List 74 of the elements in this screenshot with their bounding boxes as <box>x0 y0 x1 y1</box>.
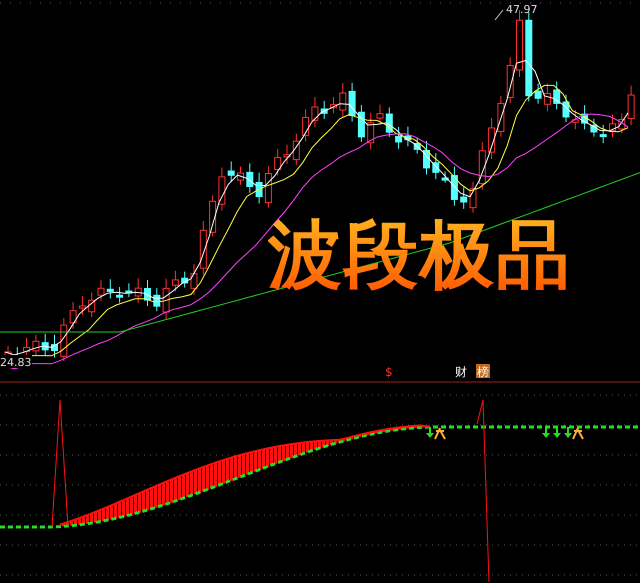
candlestick <box>339 82 346 118</box>
candlestick <box>562 94 570 123</box>
candlestick <box>395 126 402 150</box>
candlestick <box>460 186 468 210</box>
down-arrow-icon <box>553 427 561 438</box>
candlestick <box>376 104 384 125</box>
candlestick <box>581 104 588 130</box>
candlestick <box>32 334 40 356</box>
candlestick <box>470 181 476 214</box>
down-arrow-icon <box>564 427 572 438</box>
high-price-label: 47.97 <box>494 3 538 20</box>
candlestick <box>256 172 263 204</box>
candlestick <box>600 124 607 144</box>
candlestick <box>42 333 49 357</box>
low-price-label: 24.83 <box>0 356 32 369</box>
candlestick <box>553 80 560 110</box>
candlestick <box>618 112 626 134</box>
candlestick <box>488 118 496 160</box>
candlestick <box>78 296 86 316</box>
candlestick <box>367 112 374 150</box>
candlestick <box>292 133 300 166</box>
candlestick <box>442 171 449 184</box>
candlestick <box>358 104 365 142</box>
candlestick <box>116 286 124 304</box>
rank-marker: 榜 <box>476 364 490 379</box>
candlestick <box>98 280 104 302</box>
candlestick <box>172 270 179 292</box>
figure-icon <box>434 427 446 440</box>
figure-icon <box>572 427 584 440</box>
candlestick <box>209 194 216 237</box>
candlestick <box>181 271 188 288</box>
candlestick <box>386 106 393 138</box>
candlestick <box>478 142 486 190</box>
candlestick <box>497 95 504 138</box>
candlestick <box>134 278 142 304</box>
candlestick <box>60 317 68 362</box>
finance-marker: 财 <box>455 365 467 379</box>
candlestick <box>590 118 598 138</box>
candlestick <box>125 282 132 298</box>
candlestick <box>414 136 421 154</box>
candlestick <box>348 82 356 122</box>
candlestick <box>628 85 635 126</box>
candlestick <box>228 160 235 183</box>
candlestick <box>190 264 198 296</box>
candlestick <box>320 100 328 120</box>
down-arrow-icon <box>426 427 434 438</box>
candlestick <box>284 144 290 164</box>
candlestick <box>153 288 160 312</box>
candlestick <box>162 278 170 320</box>
candlestick <box>144 279 151 307</box>
down-arrow-icon <box>542 427 550 438</box>
candlestick <box>506 56 514 104</box>
candlestick <box>274 148 282 176</box>
candlestick <box>432 152 440 180</box>
candlestick <box>264 166 272 208</box>
candlestick <box>534 82 542 104</box>
dollar-marker: $ <box>385 365 393 379</box>
candlestick <box>572 109 579 130</box>
candlestick <box>106 278 114 299</box>
candlestick <box>246 162 254 194</box>
candlestick <box>450 166 458 206</box>
candlestick <box>404 126 412 147</box>
candlestick <box>423 140 430 175</box>
candlestick <box>70 302 77 330</box>
candlestick <box>200 220 207 276</box>
candlestick <box>237 166 244 186</box>
candlestick <box>302 108 310 142</box>
candlestick <box>88 292 96 318</box>
candlestick <box>218 167 226 212</box>
candlestick <box>609 114 616 138</box>
candlestick <box>330 96 337 114</box>
candlestick <box>311 96 318 128</box>
candlestick <box>544 82 551 112</box>
candlestick <box>51 334 58 358</box>
